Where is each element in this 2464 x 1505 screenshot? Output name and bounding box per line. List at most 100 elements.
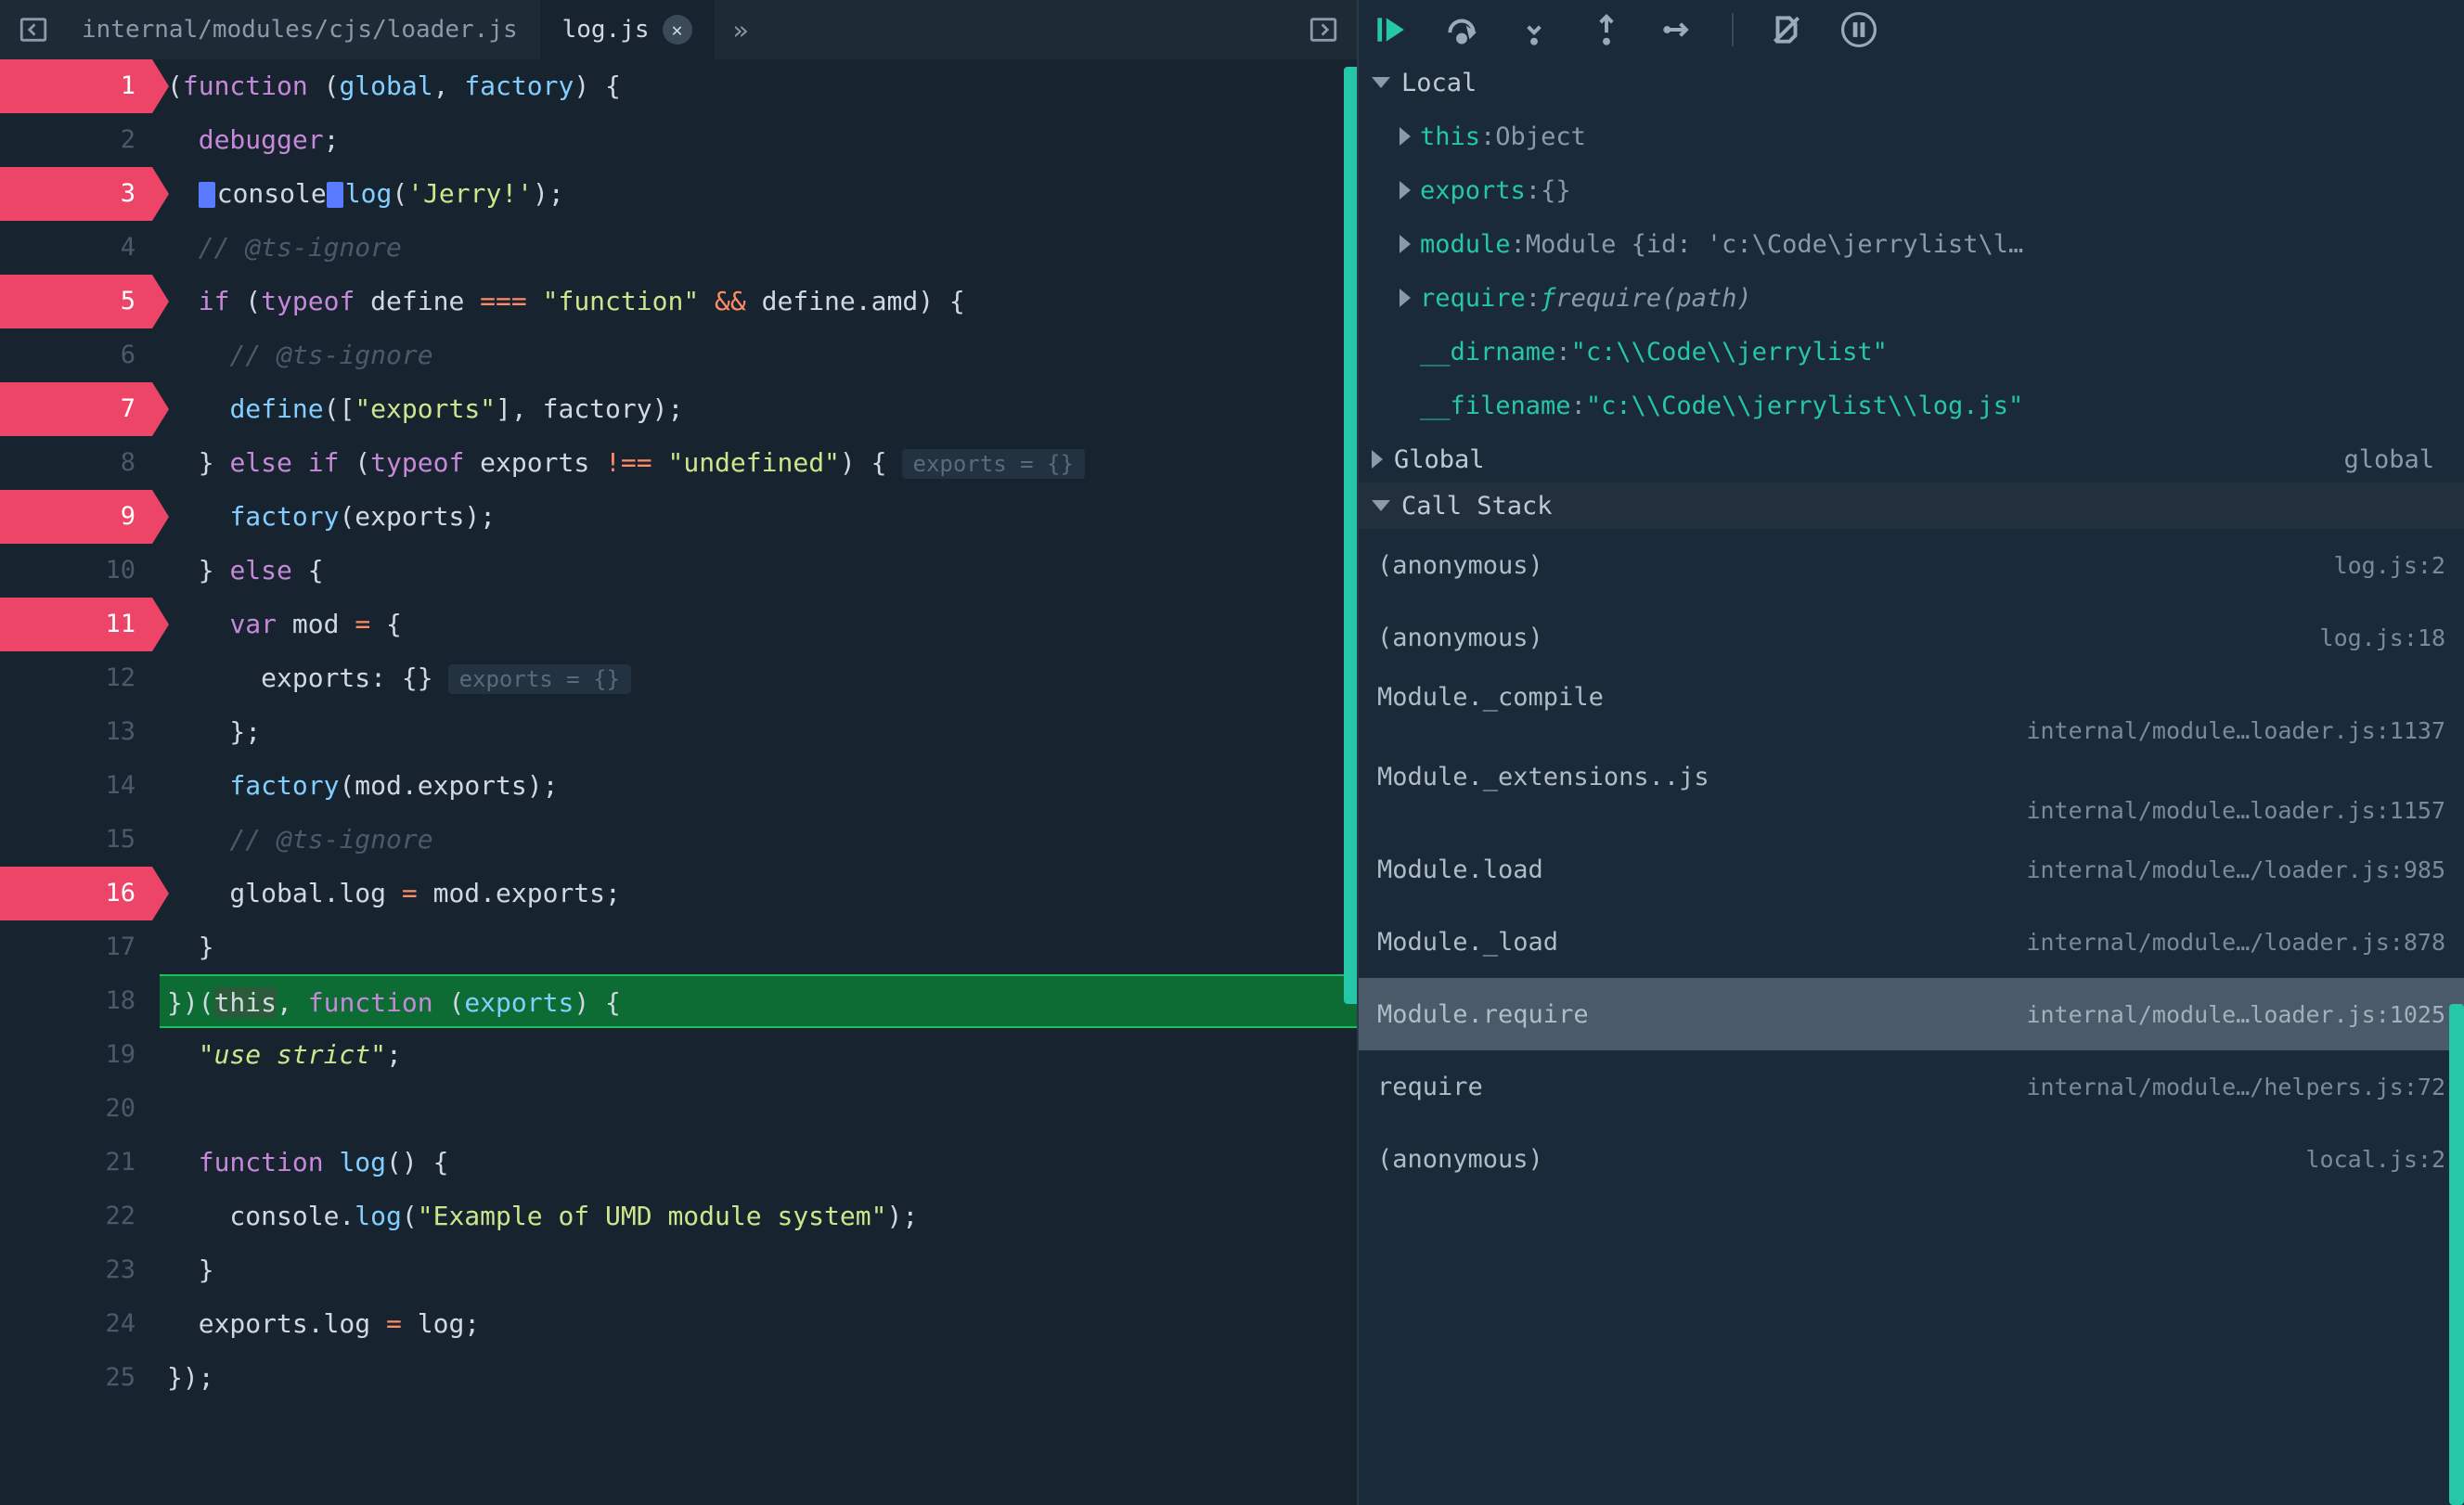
frame-function: (anonymous) xyxy=(1377,624,1543,652)
toolbar-separator xyxy=(1732,13,1734,46)
variable-name: module xyxy=(1420,230,1511,259)
gutter-line[interactable]: 14 xyxy=(0,759,135,813)
frame-location: log.js:18 xyxy=(2320,624,2445,651)
variable-row[interactable]: __filename: "c:\\Code\\jerrylist\\log.js… xyxy=(1359,379,2464,432)
callstack-frame[interactable]: (anonymous)log.js:2 xyxy=(1359,529,2464,601)
variable-name: exports xyxy=(1420,176,1526,205)
code-line: }; xyxy=(160,705,1357,759)
code-line-executing: })(this, function (exports) { xyxy=(160,974,1357,1028)
gutter-line[interactable]: 9 xyxy=(0,490,152,544)
code-line: // @ts-ignore xyxy=(160,813,1357,867)
variable-row[interactable]: require: ƒ require(path) xyxy=(1359,271,2464,325)
scrollbar-vertical[interactable] xyxy=(1344,67,1357,1004)
gutter-line[interactable]: 24 xyxy=(0,1297,135,1351)
gutter-line[interactable]: 8 xyxy=(0,436,135,490)
gutter-line[interactable]: 19 xyxy=(0,1028,135,1082)
nav-back-icon[interactable] xyxy=(15,11,52,48)
variable-value: require(path) xyxy=(1555,284,1751,313)
variable-name: __dirname xyxy=(1420,338,1555,367)
step-out-icon[interactable] xyxy=(1587,10,1626,49)
gutter-line[interactable]: 20 xyxy=(0,1082,135,1136)
callstack-frame[interactable]: Module._loadinternal/module…/loader.js:8… xyxy=(1359,906,2464,978)
pause-icon[interactable] xyxy=(1839,10,1878,49)
code-line: factory(exports); xyxy=(160,490,1357,544)
frame-location: internal/module…loader.js:1025 xyxy=(2026,1001,2445,1028)
gutter-line[interactable]: 11 xyxy=(0,598,152,651)
gutter-line[interactable]: 10 xyxy=(0,544,135,598)
gutter-line[interactable]: 16 xyxy=(0,867,152,920)
frame-function: Module.load xyxy=(1377,855,1543,884)
code-line: consolelog('Jerry!'); xyxy=(160,167,1357,221)
code-line: // @ts-ignore xyxy=(160,221,1357,275)
code-line: define(["exports"], factory); xyxy=(160,382,1357,436)
chevron-right-icon xyxy=(1400,181,1411,199)
callstack-frame[interactable]: Module.load internal/module…/loader.js:98… xyxy=(1359,833,2464,906)
gutter-line[interactable]: 4 xyxy=(0,221,135,275)
step-into-icon[interactable] xyxy=(1515,10,1554,49)
chevron-down-icon xyxy=(1372,500,1390,511)
gutter-line[interactable]: 13 xyxy=(0,705,135,759)
code-area[interactable]: (function (global, factory) { debugger; … xyxy=(152,59,1357,1505)
editor-body: 1234567891011121314151617181920212223242… xyxy=(0,59,1357,1505)
variable-name: require xyxy=(1420,284,1526,313)
variable-name: __filename xyxy=(1420,392,1571,420)
callstack-frame[interactable]: (anonymous)local.js:2 xyxy=(1359,1123,2464,1195)
breakpoint-marker-icon xyxy=(199,182,215,208)
frame-location: internal/module…loader.js:1137 xyxy=(1377,717,2445,744)
deactivate-breakpoints-icon[interactable] xyxy=(1767,10,1806,49)
code-line: var mod = { xyxy=(160,598,1357,651)
breakpoint-marker-icon xyxy=(327,182,343,208)
code-line: } xyxy=(160,1243,1357,1297)
resume-icon[interactable] xyxy=(1370,10,1409,49)
inline-hint: exports = {} xyxy=(448,664,631,694)
gutter-line[interactable]: 3 xyxy=(0,167,152,221)
more-tabs-icon[interactable]: » xyxy=(733,15,749,45)
editor-pane: internal/modules/cjs/loader.js log.js ✕ … xyxy=(0,0,1357,1505)
tab-loader[interactable]: internal/modules/cjs/loader.js xyxy=(59,0,540,59)
frame-function: require xyxy=(1377,1073,1483,1101)
gutter-line[interactable]: 15 xyxy=(0,813,135,867)
callstack-frame[interactable]: require internal/module…/helpers.js:72 xyxy=(1359,1050,2464,1123)
gutter-line[interactable]: 5 xyxy=(0,275,152,328)
gutter-line[interactable]: 22 xyxy=(0,1190,135,1243)
step-icon[interactable] xyxy=(1659,10,1698,49)
variable-row[interactable]: exports: {} xyxy=(1359,163,2464,217)
gutter-line[interactable]: 12 xyxy=(0,651,135,705)
callstack-frame[interactable]: Module.requireinternal/module…loader.js:… xyxy=(1359,978,2464,1050)
close-icon[interactable]: ✕ xyxy=(663,15,692,45)
frame-location: internal/module…/helpers.js:72 xyxy=(2026,1074,2445,1100)
tab-log[interactable]: log.js ✕ xyxy=(540,0,715,59)
scrollbar-vertical[interactable] xyxy=(2449,1004,2464,1505)
scope-local-label: Local xyxy=(1401,69,1477,97)
gutter-line[interactable]: 2 xyxy=(0,113,135,167)
gutter-line[interactable]: 6 xyxy=(0,328,135,382)
callstack-header[interactable]: Call Stack xyxy=(1359,482,2464,529)
variable-name: this xyxy=(1420,122,1480,151)
variable-row[interactable]: module: Module {id: 'c:\Code\jerrylist\l… xyxy=(1359,217,2464,271)
scope-global-header[interactable]: Global global xyxy=(1359,436,2464,482)
gutter-line[interactable]: 25 xyxy=(0,1351,135,1405)
gutter-line[interactable]: 23 xyxy=(0,1243,135,1297)
gutter: 1234567891011121314151617181920212223242… xyxy=(0,59,152,1505)
callstack-label: Call Stack xyxy=(1401,492,1553,521)
frame-location: log.js:2 xyxy=(2334,552,2445,579)
callstack-frame[interactable]: Module._extensions..jsinternal/module…lo… xyxy=(1359,753,2464,833)
scope-local-header[interactable]: Local xyxy=(1359,59,2464,106)
gutter-line[interactable]: 1 xyxy=(0,59,152,113)
nav-forward-icon[interactable] xyxy=(1305,11,1342,48)
gutter-line[interactable]: 17 xyxy=(0,920,135,974)
frame-location: internal/module…/loader.js:985 xyxy=(2026,856,2445,883)
code-line xyxy=(160,1082,1357,1136)
callstack-frame[interactable]: (anonymous) log.js:18 xyxy=(1359,601,2464,674)
code-line: global.log = mod.exports; xyxy=(160,867,1357,920)
scope-local-body: this: Objectexports: {}module: Module {i… xyxy=(1359,106,2464,436)
tab-log-label: log.js xyxy=(562,16,650,44)
gutter-line[interactable]: 21 xyxy=(0,1136,135,1190)
variable-row[interactable]: __dirname: "c:\\Code\\jerrylist" xyxy=(1359,325,2464,379)
chevron-right-icon xyxy=(1400,127,1411,146)
callstack-frame[interactable]: Module._compileinternal/module…loader.js… xyxy=(1359,674,2464,753)
variable-row[interactable]: this: Object xyxy=(1359,109,2464,163)
step-over-icon[interactable] xyxy=(1442,10,1481,49)
gutter-line[interactable]: 18 xyxy=(0,974,135,1028)
gutter-line[interactable]: 7 xyxy=(0,382,152,436)
